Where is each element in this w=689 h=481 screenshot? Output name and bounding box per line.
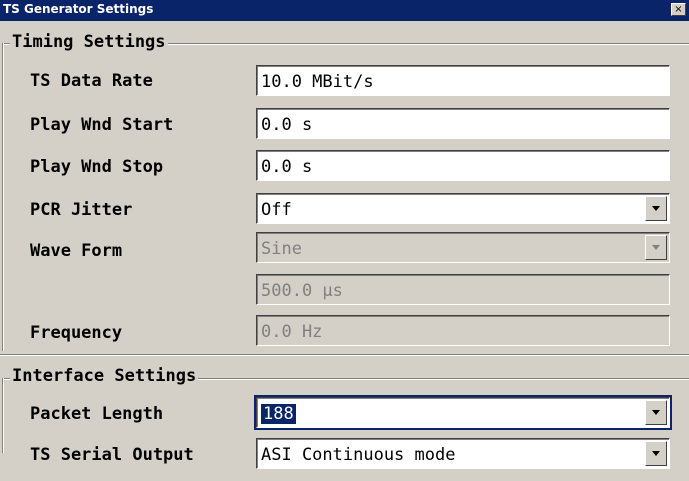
play-wnd-stop-value: 0.0 s xyxy=(261,157,313,177)
packet-length-value: 188 xyxy=(260,403,297,425)
frequency-value: 0.0 Hz xyxy=(261,322,323,342)
ts-serial-output-dropdown-button[interactable] xyxy=(645,441,667,466)
frequency-label: Frequency xyxy=(30,323,123,343)
play-wnd-start-value: 0.0 s xyxy=(261,115,313,135)
play-wnd-stop-input[interactable]: 0.0 s xyxy=(256,150,670,181)
chevron-down-icon xyxy=(652,206,660,211)
interface-group-left-border xyxy=(2,378,4,453)
ts-serial-output-label: TS Serial Output xyxy=(30,445,194,465)
wave-form-select: Sine xyxy=(256,232,670,263)
wave-form-value: Sine xyxy=(261,239,302,259)
pcr-jitter-value: Off xyxy=(261,200,292,220)
ts-data-rate-label: TS Data Rate xyxy=(30,71,153,91)
chevron-down-icon xyxy=(652,410,660,415)
ts-serial-output-value: ASI Continuous mode xyxy=(261,445,456,465)
interface-settings-title: Interface Settings xyxy=(10,366,199,386)
pcr-jitter-label: PCR Jitter xyxy=(30,200,133,220)
play-wnd-stop-label: Play Wnd Stop xyxy=(30,157,164,177)
packet-length-select[interactable]: 188 xyxy=(256,397,670,428)
window-title: TS Generator Settings xyxy=(3,2,154,16)
close-icon: × xyxy=(674,4,683,15)
timing-settings-title: Timing Settings xyxy=(10,32,168,52)
ts-serial-output-select[interactable]: ASI Continuous mode xyxy=(256,438,670,469)
ts-data-rate-input[interactable]: 10.0 MBit/s xyxy=(256,65,670,96)
close-button[interactable]: × xyxy=(671,3,686,16)
pcr-jitter-dropdown-button[interactable] xyxy=(645,196,667,221)
wave-form-dropdown-button xyxy=(645,235,667,260)
wave-form-label: Wave Form xyxy=(30,241,123,261)
window-titlebar: TS Generator Settings × xyxy=(0,0,689,21)
play-wnd-start-input[interactable]: 0.0 s xyxy=(256,108,670,139)
frequency-input: 0.0 Hz xyxy=(256,315,670,346)
ts-data-rate-value: 10.0 MBit/s xyxy=(261,72,374,92)
period-value: 500.0 µs xyxy=(261,281,343,301)
period-input: 500.0 µs xyxy=(256,274,670,305)
packet-length-label: Packet Length xyxy=(30,404,164,424)
packet-length-dropdown-button[interactable] xyxy=(645,400,667,425)
section-divider xyxy=(0,354,689,356)
pcr-jitter-select[interactable]: Off xyxy=(256,193,670,224)
play-wnd-start-label: Play Wnd Start xyxy=(30,115,174,135)
chevron-down-icon xyxy=(652,245,660,250)
chevron-down-icon xyxy=(652,451,660,456)
timing-group-left-border xyxy=(2,43,4,351)
